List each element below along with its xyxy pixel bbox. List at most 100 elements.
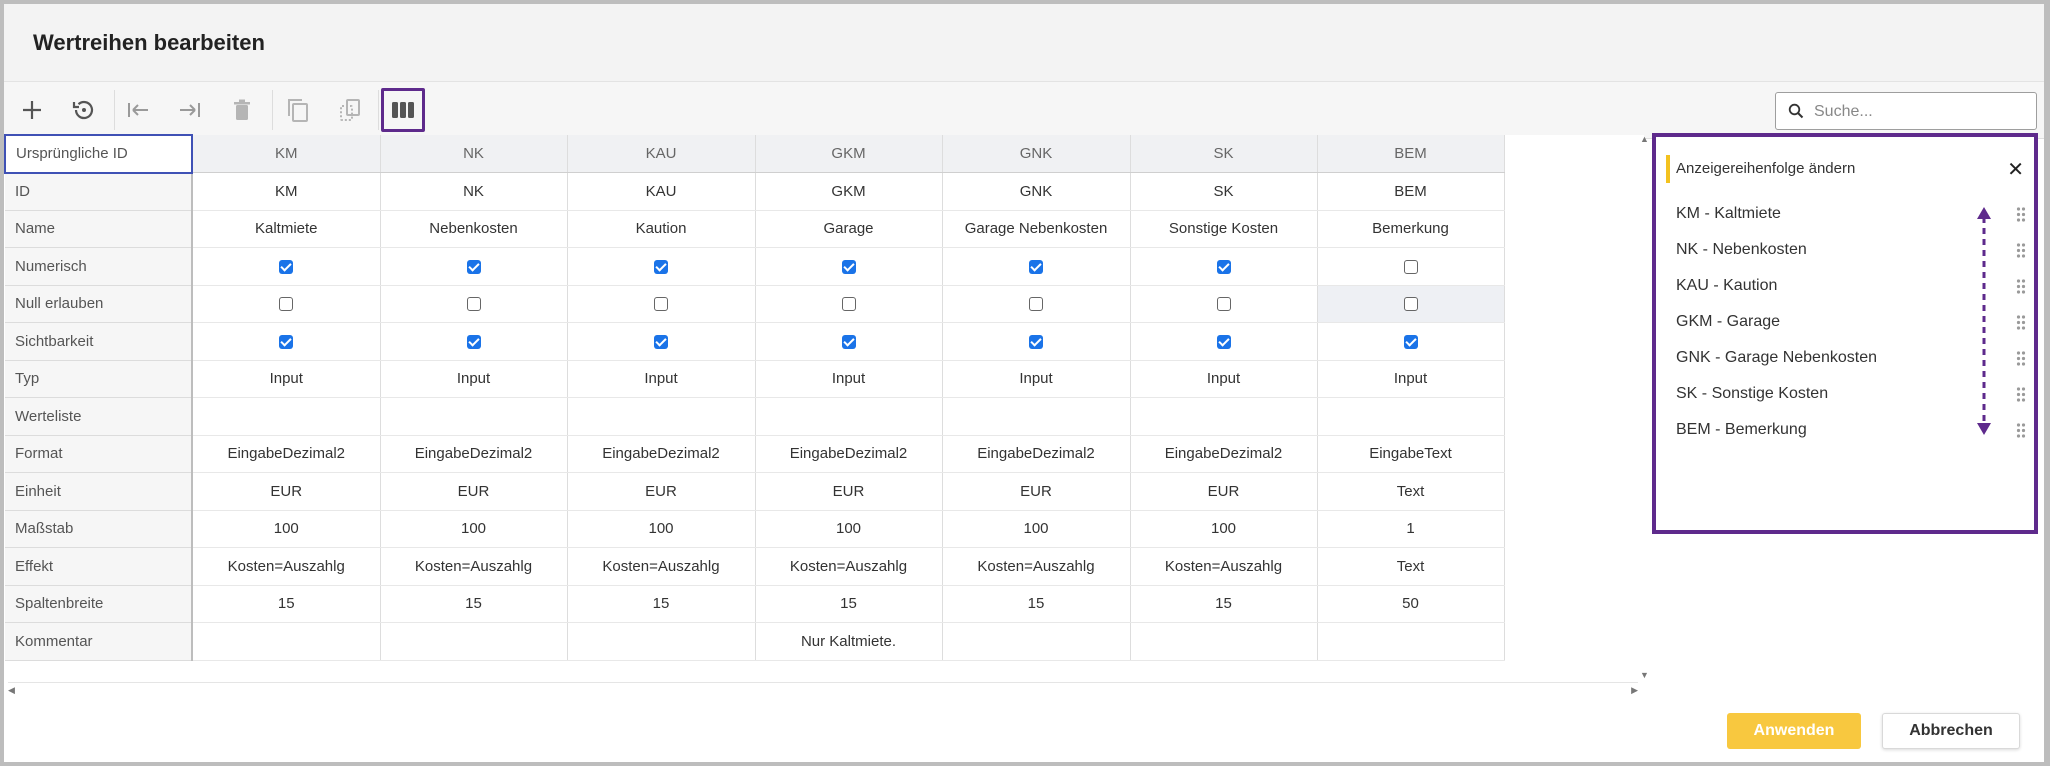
- table-cell[interactable]: Input: [567, 360, 756, 398]
- scroll-down-icon[interactable]: ▼: [1640, 670, 1649, 680]
- table-cell[interactable]: [380, 622, 568, 661]
- checkbox-cell[interactable]: [192, 322, 381, 361]
- table-cell[interactable]: 50: [1317, 585, 1505, 623]
- drag-handle-icon[interactable]: [2016, 279, 2026, 294]
- checkbox-checked[interactable]: [841, 259, 856, 274]
- table-cell[interactable]: Garage Nebenkosten: [942, 210, 1131, 248]
- checkbox-checked[interactable]: [279, 334, 294, 349]
- table-cell[interactable]: Bemerkung: [1317, 210, 1505, 248]
- row-header[interactable]: Typ: [5, 360, 193, 398]
- row-header[interactable]: Spaltenbreite: [5, 585, 193, 623]
- column-header[interactable]: NK: [380, 135, 568, 173]
- checkbox-unchecked[interactable]: [1029, 297, 1043, 312]
- table-cell[interactable]: [942, 622, 1131, 661]
- table-cell[interactable]: 15: [942, 585, 1131, 623]
- checkbox-cell[interactable]: [942, 247, 1131, 286]
- checkbox-checked[interactable]: [841, 334, 856, 349]
- table-cell[interactable]: 100: [192, 510, 381, 548]
- checkbox-cell[interactable]: [192, 285, 381, 323]
- table-cell[interactable]: [1317, 397, 1505, 436]
- checkbox-unchecked[interactable]: [279, 297, 294, 312]
- table-cell[interactable]: Nebenkosten: [380, 210, 568, 248]
- table-cell[interactable]: Input: [942, 360, 1131, 398]
- row-header[interactable]: Maßstab: [5, 510, 193, 548]
- checkbox-cell[interactable]: [1130, 247, 1318, 286]
- checkbox-unchecked[interactable]: [1403, 259, 1418, 274]
- checkbox-checked[interactable]: [466, 334, 481, 349]
- table-cell[interactable]: 100: [942, 510, 1131, 548]
- table-cell[interactable]: Kosten=Auszahlg: [380, 547, 568, 586]
- column-header[interactable]: KM: [192, 135, 381, 173]
- table-cell[interactable]: 100: [380, 510, 568, 548]
- row-header[interactable]: Effekt: [5, 547, 193, 586]
- column-header[interactable]: BEM: [1317, 135, 1505, 173]
- table-cell[interactable]: 1: [1317, 510, 1505, 548]
- checkbox-cell[interactable]: [1317, 285, 1505, 323]
- table-cell[interactable]: 15: [1130, 585, 1318, 623]
- table-cell[interactable]: [192, 622, 381, 661]
- drag-handle-icon[interactable]: [2016, 387, 2026, 402]
- row-header[interactable]: Format: [5, 435, 193, 473]
- scroll-right-icon[interactable]: ▶: [1631, 685, 1638, 696]
- drag-handle-icon[interactable]: [2016, 207, 2026, 222]
- table-cell[interactable]: KM: [192, 172, 381, 211]
- search-input[interactable]: [1812, 101, 2026, 123]
- add-button[interactable]: [10, 88, 54, 132]
- checkbox-unchecked[interactable]: [841, 297, 856, 312]
- table-cell[interactable]: 100: [1130, 510, 1318, 548]
- checkbox-cell[interactable]: [567, 247, 756, 286]
- checkbox-cell[interactable]: [567, 322, 756, 361]
- close-icon[interactable]: ✕: [2007, 157, 2024, 182]
- table-cell[interactable]: SK: [1130, 172, 1318, 211]
- table-cell[interactable]: [567, 622, 756, 661]
- table-cell[interactable]: Input: [1130, 360, 1318, 398]
- table-cell[interactable]: EingabeDezimal2: [380, 435, 568, 473]
- table-cell[interactable]: Text: [1317, 547, 1505, 586]
- checkbox-cell[interactable]: [755, 322, 943, 361]
- apply-button[interactable]: Anwenden: [1727, 713, 1861, 749]
- table-cell[interactable]: 100: [567, 510, 756, 548]
- checkbox-unchecked[interactable]: [466, 297, 481, 312]
- column-header[interactable]: KAU: [567, 135, 756, 173]
- table-cell[interactable]: EingabeDezimal2: [1130, 435, 1318, 473]
- table-cell[interactable]: NK: [380, 172, 568, 211]
- checkbox-checked[interactable]: [279, 259, 294, 274]
- move-first-button[interactable]: [116, 88, 160, 132]
- table-cell[interactable]: [380, 397, 568, 436]
- checkbox-cell[interactable]: [380, 285, 568, 323]
- copy-button[interactable]: [276, 88, 320, 132]
- table-cell[interactable]: EingabeText: [1317, 435, 1505, 473]
- scroll-left-icon[interactable]: ◀: [8, 685, 15, 696]
- checkbox-cell[interactable]: [192, 247, 381, 286]
- column-header[interactable]: GNK: [942, 135, 1131, 173]
- table-cell[interactable]: [567, 397, 756, 436]
- table-cell[interactable]: EingabeDezimal2: [755, 435, 943, 473]
- table-cell[interactable]: Kosten=Auszahlg: [1130, 547, 1318, 586]
- table-cell[interactable]: [1130, 622, 1318, 661]
- table-cell[interactable]: 15: [380, 585, 568, 623]
- corner-header[interactable]: Ursprüngliche ID: [4, 134, 193, 174]
- checkbox-cell[interactable]: [755, 247, 943, 286]
- checkbox-cell[interactable]: [942, 322, 1131, 361]
- table-cell[interactable]: EUR: [380, 472, 568, 511]
- table-cell[interactable]: EUR: [567, 472, 756, 511]
- column-header[interactable]: SK: [1130, 135, 1318, 173]
- table-cell[interactable]: BEM: [1317, 172, 1505, 211]
- scroll-up-icon[interactable]: ▲: [1640, 134, 1649, 144]
- row-header[interactable]: Einheit: [5, 472, 193, 511]
- table-cell[interactable]: Kaltmiete: [192, 210, 381, 248]
- checkbox-cell[interactable]: [380, 322, 568, 361]
- table-cell[interactable]: [192, 397, 381, 436]
- table-cell[interactable]: Input: [1317, 360, 1505, 398]
- checkbox-unchecked[interactable]: [1216, 297, 1231, 312]
- table-cell[interactable]: Kosten=Auszahlg: [942, 547, 1131, 586]
- row-header[interactable]: Werteliste: [5, 397, 193, 436]
- table-cell[interactable]: EUR: [192, 472, 381, 511]
- checkbox-cell[interactable]: [567, 285, 756, 323]
- table-cell[interactable]: [755, 397, 943, 436]
- checkbox-cell[interactable]: [380, 247, 568, 286]
- drag-handle-icon[interactable]: [2016, 315, 2026, 330]
- checkbox-checked[interactable]: [1403, 334, 1418, 349]
- row-header[interactable]: ID: [5, 172, 193, 211]
- checkbox-checked[interactable]: [1216, 259, 1231, 274]
